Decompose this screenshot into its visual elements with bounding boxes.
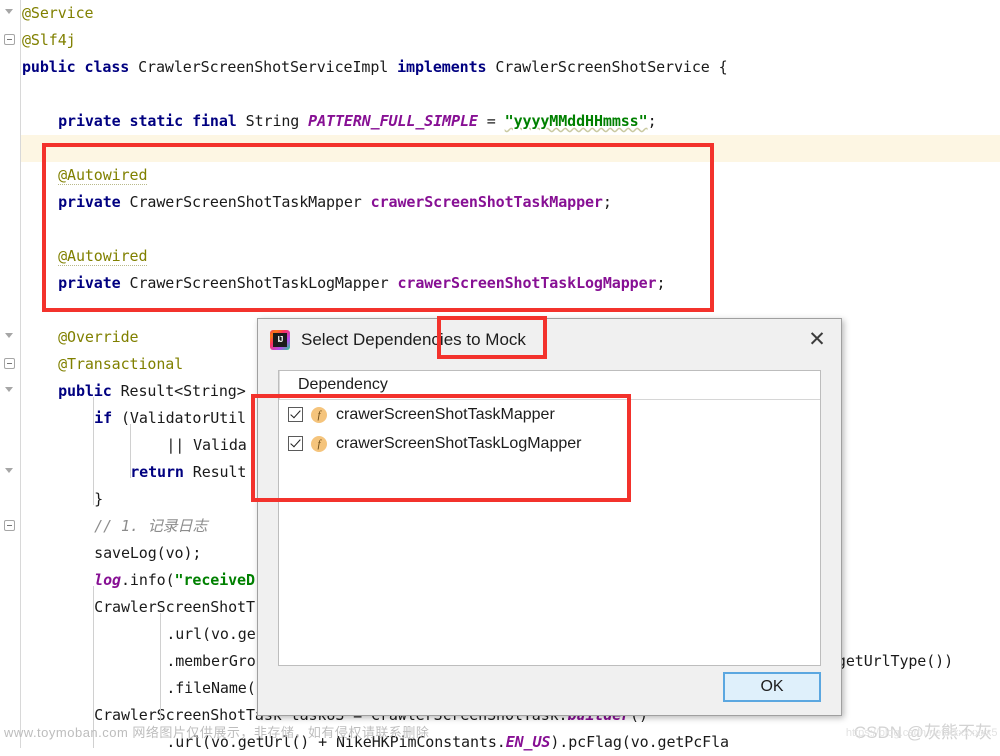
- toymoban-watermark: www.toymoban.com 网络图片仅供展示，非存储，如有侵权请联系删除: [4, 722, 429, 741]
- dialog-footer: OK: [258, 667, 841, 715]
- ok-button[interactable]: OK: [723, 672, 821, 702]
- code-line[interactable]: public Result<String>: [58, 378, 246, 405]
- code-line[interactable]: @Override: [58, 324, 138, 351]
- code-token: [76, 58, 85, 76]
- dependency-checkbox[interactable]: [288, 407, 303, 422]
- code-token: @Transactional: [58, 355, 183, 373]
- code-token: if: [94, 409, 112, 427]
- code-line[interactable]: log.info("receiveD: [94, 567, 255, 594]
- code-token: .url(vo.ge: [166, 625, 255, 643]
- code-token: static: [130, 112, 184, 130]
- code-line[interactable]: return Result: [130, 459, 246, 486]
- code-line[interactable]: // 1. 记录日志: [94, 513, 207, 540]
- code-token: (ValidatorUtil: [112, 409, 246, 427]
- code-token: public: [58, 382, 112, 400]
- code-line[interactable]: private static final String PATTERN_FULL…: [58, 108, 656, 135]
- code-line[interactable]: @Autowired: [58, 243, 147, 270]
- code-token: "receiveD: [175, 571, 255, 589]
- code-token: Result<String>: [112, 382, 246, 400]
- code-line[interactable]: saveLog(vo);: [94, 540, 201, 567]
- code-line[interactable]: private CrawerScreenShotTaskLogMapper cr…: [58, 270, 665, 297]
- code-token: private: [58, 193, 121, 211]
- code-token: private: [58, 112, 121, 130]
- code-token: ;: [603, 193, 612, 211]
- code-line[interactable]: .url(vo.ge: [166, 621, 255, 648]
- indent-guide: [160, 613, 161, 721]
- dialog-titlebar: Select Dependencies to Mock ✕: [258, 319, 841, 361]
- table-header-row: Dependency: [279, 371, 820, 400]
- code-token: .getUrlType()): [828, 652, 953, 670]
- dependency-table[interactable]: Dependency f crawerScreenShotTaskMapper fc…: [278, 370, 821, 666]
- code-token: CrawlerScreenShotServiceImpl: [129, 58, 397, 76]
- select-dependencies-dialog[interactable]: Select Dependencies to Mock ✕ Dependency…: [257, 318, 842, 716]
- code-token: "yyyyMMddHHmmss": [505, 112, 648, 130]
- dialog-title: Select Dependencies to Mock: [301, 330, 526, 350]
- code-line[interactable]: @Service: [22, 0, 93, 27]
- code-line[interactable]: @Transactional: [58, 351, 183, 378]
- code-line[interactable]: @Slf4j: [22, 27, 76, 54]
- code-line[interactable]: || Valida: [166, 432, 246, 459]
- code-line[interactable]: }: [94, 486, 103, 513]
- code-token: CrawlerScreenShotService {: [486, 58, 727, 76]
- code-token: @Slf4j: [22, 31, 76, 49]
- code-token: [183, 112, 192, 130]
- code-token: PATTERN_FULL_SIMPLE: [308, 112, 478, 130]
- code-token: crawerScreenShotTaskLogMapper: [397, 274, 656, 292]
- code-token: ).pcFlag(vo.getPcFla: [550, 733, 729, 751]
- code-token: CrawerScreenShotTaskLogMapper: [121, 274, 398, 292]
- code-line[interactable]: @Autowired: [58, 162, 147, 189]
- indent-guide: [130, 424, 131, 478]
- code-token: private: [58, 274, 121, 292]
- code-line[interactable]: private CrawerScreenShotTaskMapper crawe…: [58, 189, 612, 216]
- csdn-watermark-url: https://blog.csdn.net/xxxxxxxx5: [846, 727, 998, 739]
- code-token: EN_US: [506, 733, 551, 751]
- code-token: =: [478, 112, 505, 130]
- code-token: log: [94, 571, 121, 589]
- code-token: crawerScreenShotTaskMapper: [371, 193, 603, 211]
- code-token: Result: [184, 463, 247, 481]
- indent-guide: [93, 397, 94, 505]
- code-token: ;: [656, 274, 665, 292]
- dependency-label: crawerScreenShotTaskMapper: [336, 406, 555, 424]
- code-token: @Autowired: [58, 247, 147, 266]
- field-icon: f: [311, 407, 327, 423]
- code-token: // 1. 记录日志: [94, 517, 207, 535]
- code-line[interactable]: public class CrawlerScreenShotServiceImp…: [22, 54, 728, 81]
- csdn-watermark: CSDN @灰熊不灰 https://blog.csdn.net/xxxxxxx…: [854, 718, 992, 743]
- code-line[interactable]: .fileName(: [166, 675, 255, 702]
- code-token: [121, 112, 130, 130]
- code-token: ;: [648, 112, 657, 130]
- code-line[interactable]: if (ValidatorUtil: [94, 405, 246, 432]
- code-token: }: [94, 490, 103, 508]
- dependency-label: crawerScreenShotTaskLogMapper: [336, 435, 581, 453]
- code-token: return: [130, 463, 184, 481]
- dependency-row[interactable]: f crawerScreenShotTaskMapper: [279, 400, 820, 429]
- code-line[interactable]: CrawlerScreenShotT: [94, 594, 255, 621]
- code-token: @Service: [22, 4, 93, 22]
- code-token: @Autowired: [58, 166, 147, 185]
- code-token: final: [192, 112, 237, 130]
- code-line-fragment[interactable]: .getUrlType()): [828, 648, 953, 675]
- code-token: saveLog(vo);: [94, 544, 201, 562]
- close-icon[interactable]: ✕: [803, 327, 831, 353]
- column-header-dependency[interactable]: Dependency: [279, 371, 820, 399]
- code-token: CrawlerScreenShotT: [94, 598, 255, 616]
- code-token: .memberGro: [166, 652, 255, 670]
- code-token: public: [22, 58, 76, 76]
- intellij-idea-icon: [270, 330, 290, 350]
- code-line[interactable]: .memberGro: [166, 648, 255, 675]
- field-icon: f: [311, 436, 327, 452]
- code-token: .info(: [121, 571, 175, 589]
- code-token: String: [237, 112, 308, 130]
- code-token: .fileName(: [166, 679, 255, 697]
- code-token: class: [85, 58, 130, 76]
- code-token: implements: [397, 58, 486, 76]
- dependency-row[interactable]: f crawerScreenShotTaskLogMapper: [279, 429, 820, 458]
- code-token: CrawerScreenShotTaskMapper: [121, 193, 371, 211]
- code-token: || Valida: [166, 436, 246, 454]
- code-token: @Override: [58, 328, 138, 346]
- dependency-checkbox[interactable]: [288, 436, 303, 451]
